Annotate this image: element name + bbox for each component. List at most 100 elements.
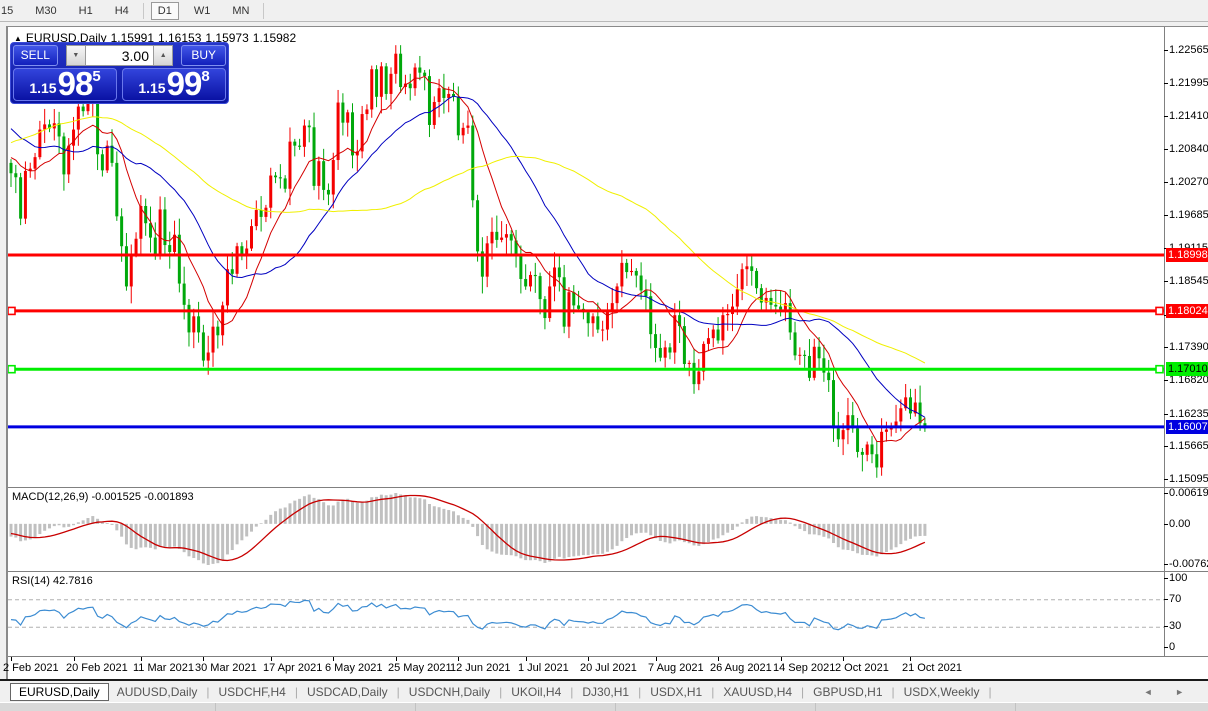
timeframe-button-w1[interactable]: W1: [187, 2, 218, 20]
mt4-terminal: 15M30H1H4D1W1MN ▲EURUSD,Daily1.159911.16…: [0, 0, 1208, 711]
time-axis-tick: [333, 657, 334, 661]
chart-tab-gbpusd-h1[interactable]: GBPUSD,H1: [805, 683, 890, 701]
chart-tab-usdx-weekly[interactable]: USDX,Weekly: [896, 683, 988, 701]
time-axis-separator: [8, 656, 1208, 657]
rsi-line: [11, 600, 925, 629]
chart-tab-usdx-h1[interactable]: USDX,H1: [642, 683, 710, 701]
status-separator: [415, 703, 416, 711]
time-axis-tick: [203, 657, 204, 661]
time-axis-tick: [74, 657, 75, 661]
price-axis-tick: 1.15665: [1169, 440, 1208, 453]
price-axis-tick: 1.20270: [1169, 176, 1208, 189]
buy-button[interactable]: BUY: [181, 45, 226, 66]
hline-1.18024[interactable]: [8, 307, 1164, 314]
time-axis-label: 17 Apr 2021: [263, 662, 322, 674]
sell-price-prefix: 1.15: [29, 78, 56, 98]
time-axis-label: 26 Aug 2021: [710, 662, 772, 674]
price-axis-tick: 1.19685: [1169, 209, 1208, 222]
tab-separator: |: [397, 685, 400, 699]
price-axis-tick: 1.18545: [1169, 275, 1208, 288]
price-axis-tick: 1.22565: [1169, 44, 1208, 57]
chart-tab-eurusd-daily[interactable]: EURUSD,Daily: [10, 683, 109, 701]
time-axis-tick: [141, 657, 142, 661]
sell-price-pip: 5: [92, 70, 100, 84]
chart-tab-xauusd-h4[interactable]: XAUUSD,H4: [715, 683, 800, 701]
ma-60-line: [11, 117, 925, 363]
toolbar-separator: [263, 3, 264, 19]
macd-axis-label: 0.00: [1169, 518, 1208, 531]
sell-price-big: 98: [58, 69, 93, 98]
status-separator: [615, 703, 616, 711]
status-strip: [0, 702, 1208, 711]
timeframe-button-h1[interactable]: H1: [72, 2, 100, 20]
time-axis-tick: [396, 657, 397, 661]
rsi-indicator-panel: [8, 573, 1164, 655]
macd-axis-label: 0.006193: [1169, 487, 1208, 500]
status-separator: [815, 703, 816, 711]
sell-price-display[interactable]: 1.15 98 5: [13, 68, 117, 101]
tab-separator: |: [295, 685, 298, 699]
buy-price-prefix: 1.15: [138, 78, 165, 98]
tab-separator: |: [499, 685, 502, 699]
time-axis-tick: [588, 657, 589, 661]
time-axis-label: 2 Oct 2021: [835, 662, 889, 674]
hline-handle[interactable]: [8, 366, 15, 373]
tab-separator: |: [711, 685, 714, 699]
macd-histogram: [10, 493, 927, 565]
timeframe-button-mn[interactable]: MN: [225, 2, 256, 20]
hline-handle[interactable]: [1156, 307, 1163, 314]
price-axis-flag-1.17010: 1.17010: [1166, 362, 1208, 376]
chart-tab-audusd-daily[interactable]: AUDUSD,Daily: [109, 683, 206, 701]
chart-tab-usdcad-daily[interactable]: USDCAD,Daily: [299, 683, 396, 701]
price-axis-flag-1.16007: 1.16007: [1166, 420, 1208, 434]
time-axis-label: 14 Sep 2021: [773, 662, 835, 674]
chart-tab-usdchf-h4[interactable]: USDCHF,H4: [211, 683, 294, 701]
time-axis-tick: [526, 657, 527, 661]
one-click-trading-panel: SELL ▼ ▲ BUY 1.15 98 5 1.15 99 8: [10, 42, 229, 104]
chart-tab-dj30-h1[interactable]: DJ30,H1: [574, 683, 637, 701]
time-axis-label: 11 Mar 2021: [133, 662, 194, 674]
hline-1.17010[interactable]: [8, 366, 1164, 373]
volume-increase-button[interactable]: ▲: [153, 45, 173, 66]
time-axis-tick: [910, 657, 911, 661]
tab-separator: |: [638, 685, 641, 699]
time-axis-tick: [11, 657, 12, 661]
buy-price-display[interactable]: 1.15 99 8: [122, 68, 226, 101]
time-axis-tick: [781, 657, 782, 661]
timeframe-button-m30[interactable]: M30: [28, 2, 63, 20]
timeframe-button-h4[interactable]: H4: [108, 2, 136, 20]
tab-separator: |: [892, 685, 895, 699]
time-axis-tick: [458, 657, 459, 661]
sell-button[interactable]: SELL: [13, 45, 58, 66]
price-axis-flag-1.18998: 1.18998: [1166, 248, 1208, 262]
price-axis-flag-1.18024: 1.18024: [1166, 304, 1208, 318]
tab-separator: |: [988, 685, 991, 699]
price-axis-tick: 1.17390: [1169, 341, 1208, 354]
hline-handle[interactable]: [1156, 366, 1163, 373]
macd-signal-line: [11, 496, 925, 561]
timeframe-toolbar: 15 M30 H1 H4 D1 W1 MN: [0, 0, 1208, 22]
candle-series: [10, 45, 927, 478]
timeframe-button-15[interactable]: 15: [0, 2, 20, 20]
tab-separator: |: [570, 685, 573, 699]
macd-label: MACD(12,26,9) -0.001525 -0.001893: [12, 491, 194, 503]
rsi-panel-separator: [8, 571, 1208, 572]
hline-handle[interactable]: [8, 307, 15, 314]
macd-panel-separator: [8, 487, 1208, 488]
tab-separator: |: [801, 685, 804, 699]
volume-decrease-button[interactable]: ▼: [66, 45, 86, 66]
time-axis-tick: [271, 657, 272, 661]
status-separator: [215, 703, 216, 711]
time-axis-label: 25 May 2021: [388, 662, 452, 674]
rsi-axis-label: 30: [1169, 620, 1208, 633]
tab-scroll-arrows[interactable]: ◄ ►: [1144, 687, 1194, 697]
timeframe-button-d1[interactable]: D1: [151, 2, 179, 20]
volume-input[interactable]: [86, 45, 153, 66]
time-axis-tick: [718, 657, 719, 661]
time-axis-label: 30 Mar 2021: [195, 662, 257, 674]
chart-tab-ukoil-h4[interactable]: UKOil,H4: [503, 683, 569, 701]
price-axis-line: [1164, 27, 1165, 656]
chart-tab-usdcnh-daily[interactable]: USDCNH,Daily: [401, 683, 498, 701]
time-axis-label: 20 Jul 2021: [580, 662, 637, 674]
time-axis-label: 7 Aug 2021: [648, 662, 704, 674]
